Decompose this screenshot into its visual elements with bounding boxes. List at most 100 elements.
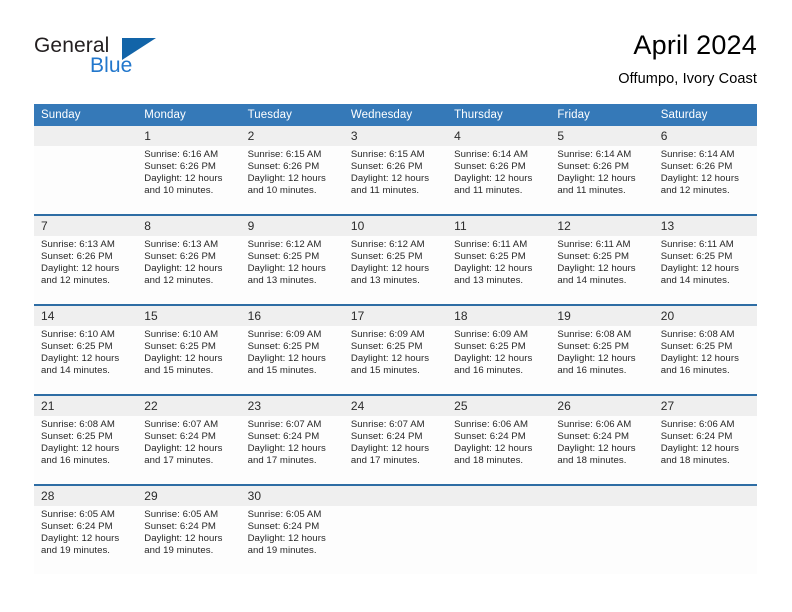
day-number[interactable]: 27	[653, 396, 757, 416]
calendar-body: 1 2 3 4 5 6 Sunrise: 6:16 AM Sunset: 6:2…	[34, 126, 757, 574]
sunset-line: Sunset: 6:25 PM	[247, 251, 320, 263]
day-number[interactable]: 13	[653, 216, 757, 236]
day-number[interactable]: 3	[343, 126, 448, 146]
week-1-daynumbers: 1 2 3 4 5 6	[34, 126, 757, 146]
day-cell[interactable]: Sunrise: 6:08 AM Sunset: 6:25 PM Dayligh…	[653, 326, 757, 394]
day-number[interactable]: 16	[240, 306, 344, 326]
day-number[interactable]: 8	[137, 216, 241, 236]
day-cell[interactable]: Sunrise: 6:15 AM Sunset: 6:26 PM Dayligh…	[240, 146, 344, 214]
day-number[interactable]: 28	[34, 486, 138, 506]
sunrise-line: Sunrise: 6:08 AM	[660, 329, 735, 340]
daylight-line-cont: and 17 minutes.	[247, 455, 317, 467]
day-cell[interactable]: Sunrise: 6:13 AM Sunset: 6:26 PM Dayligh…	[137, 236, 241, 304]
day-cell[interactable]: Sunrise: 6:09 AM Sunset: 6:25 PM Dayligh…	[240, 326, 344, 394]
day-number[interactable]	[653, 486, 757, 506]
day-cell[interactable]: Sunrise: 6:11 AM Sunset: 6:25 PM Dayligh…	[447, 236, 551, 304]
day-cell[interactable]: Sunrise: 6:12 AM Sunset: 6:25 PM Dayligh…	[240, 236, 344, 304]
day-cell[interactable]	[447, 506, 551, 574]
sunrise-line: Sunrise: 6:16 AM	[144, 149, 219, 160]
day-cell[interactable]: Sunrise: 6:09 AM Sunset: 6:25 PM Dayligh…	[343, 326, 448, 394]
day-number[interactable]: 25	[447, 396, 551, 416]
day-number[interactable]: 21	[34, 396, 138, 416]
day-cell[interactable]: Sunrise: 6:14 AM Sunset: 6:26 PM Dayligh…	[447, 146, 551, 214]
daylight-line: Daylight: 12 hours	[41, 263, 120, 275]
day-number[interactable]	[343, 486, 448, 506]
day-cell[interactable]: Sunrise: 6:13 AM Sunset: 6:26 PM Dayligh…	[34, 236, 138, 304]
day-cell[interactable]: Sunrise: 6:14 AM Sunset: 6:26 PM Dayligh…	[653, 146, 757, 214]
sunset-line: Sunset: 6:26 PM	[144, 251, 216, 263]
daylight-line: Daylight: 12 hours	[660, 443, 739, 455]
sunrise-line: Sunrise: 6:14 AM	[660, 149, 735, 160]
day-cell[interactable]: Sunrise: 6:12 AM Sunset: 6:25 PM Dayligh…	[343, 236, 448, 304]
day-cell[interactable]: Sunrise: 6:07 AM Sunset: 6:24 PM Dayligh…	[240, 416, 344, 484]
general-blue-logo[interactable]: General Blue	[34, 34, 184, 86]
day-number[interactable]: 7	[34, 216, 138, 236]
day-number[interactable]: 30	[240, 486, 344, 506]
day-number[interactable]: 15	[137, 306, 241, 326]
sunset-line: Sunset: 6:24 PM	[660, 431, 733, 443]
daylight-line-cont: and 16 minutes.	[454, 365, 524, 377]
weekday-header-monday: Monday	[137, 104, 241, 126]
day-number[interactable]: 18	[447, 306, 551, 326]
day-number[interactable]: 6	[653, 126, 757, 146]
day-number[interactable]: 23	[240, 396, 344, 416]
day-cell[interactable]: Sunrise: 6:10 AM Sunset: 6:25 PM Dayligh…	[137, 326, 241, 394]
day-cell[interactable]: Sunrise: 6:14 AM Sunset: 6:26 PM Dayligh…	[550, 146, 654, 214]
day-number[interactable]: 24	[343, 396, 448, 416]
day-number[interactable]: 4	[447, 126, 551, 146]
day-cell[interactable]: Sunrise: 6:06 AM Sunset: 6:24 PM Dayligh…	[653, 416, 757, 484]
day-cell[interactable]: Sunrise: 6:09 AM Sunset: 6:25 PM Dayligh…	[447, 326, 551, 394]
day-cell[interactable]: Sunrise: 6:15 AM Sunset: 6:26 PM Dayligh…	[343, 146, 448, 214]
day-number[interactable]: 10	[343, 216, 448, 236]
day-number[interactable]: 12	[550, 216, 654, 236]
day-cell[interactable]: Sunrise: 6:05 AM Sunset: 6:24 PM Dayligh…	[137, 506, 241, 574]
page-header: General Blue April 2024 Offumpo, Ivory C…	[34, 28, 757, 94]
weekday-header-friday: Friday	[550, 104, 654, 126]
week-4-daynumbers: 21 22 23 24 25 26 27	[34, 396, 757, 416]
day-number[interactable]: 9	[240, 216, 344, 236]
daylight-line: Daylight: 12 hours	[454, 443, 533, 455]
day-cell[interactable]: Sunrise: 6:07 AM Sunset: 6:24 PM Dayligh…	[343, 416, 448, 484]
day-cell[interactable]: Sunrise: 6:07 AM Sunset: 6:24 PM Dayligh…	[137, 416, 241, 484]
day-cell[interactable]	[343, 506, 448, 574]
day-cell[interactable]: Sunrise: 6:10 AM Sunset: 6:25 PM Dayligh…	[34, 326, 138, 394]
day-number[interactable]: 17	[343, 306, 448, 326]
day-cell[interactable]: Sunrise: 6:06 AM Sunset: 6:24 PM Dayligh…	[550, 416, 654, 484]
day-cell[interactable]	[550, 506, 654, 574]
day-cell[interactable]	[653, 506, 757, 574]
day-cell[interactable]: Sunrise: 6:05 AM Sunset: 6:24 PM Dayligh…	[34, 506, 138, 574]
sunset-line: Sunset: 6:25 PM	[557, 341, 630, 353]
day-number[interactable]: 20	[653, 306, 757, 326]
weekday-header-saturday: Saturday	[653, 104, 757, 126]
day-cell[interactable]: Sunrise: 6:08 AM Sunset: 6:25 PM Dayligh…	[550, 326, 654, 394]
day-cell[interactable]: Sunrise: 6:08 AM Sunset: 6:25 PM Dayligh…	[34, 416, 138, 484]
day-number[interactable]: 11	[447, 216, 551, 236]
day-cell[interactable]: Sunrise: 6:16 AM Sunset: 6:26 PM Dayligh…	[137, 146, 241, 214]
day-number[interactable]	[447, 486, 551, 506]
day-number[interactable]: 2	[240, 126, 344, 146]
daylight-line: Daylight: 12 hours	[41, 353, 120, 365]
day-number[interactable]	[34, 126, 138, 146]
day-number[interactable]: 1	[137, 126, 241, 146]
daylight-line: Daylight: 12 hours	[41, 533, 120, 545]
day-number[interactable]: 14	[34, 306, 138, 326]
day-number[interactable]: 29	[137, 486, 241, 506]
day-cell[interactable]: Sunrise: 6:11 AM Sunset: 6:25 PM Dayligh…	[550, 236, 654, 304]
week-2-daynumbers: 7 8 9 10 11 12 13	[34, 216, 757, 236]
weekday-header-sunday: Sunday	[34, 104, 138, 126]
day-cell[interactable]	[34, 146, 138, 214]
day-number[interactable]	[550, 486, 654, 506]
day-cell[interactable]: Sunrise: 6:06 AM Sunset: 6:24 PM Dayligh…	[447, 416, 551, 484]
day-cell[interactable]: Sunrise: 6:05 AM Sunset: 6:24 PM Dayligh…	[240, 506, 344, 574]
day-number[interactable]: 22	[137, 396, 241, 416]
day-number[interactable]: 19	[550, 306, 654, 326]
daylight-line-cont: and 13 minutes.	[454, 275, 524, 287]
day-number[interactable]: 26	[550, 396, 654, 416]
sunset-line: Sunset: 6:26 PM	[144, 161, 216, 173]
daylight-line-cont: and 13 minutes.	[247, 275, 317, 287]
sunrise-line: Sunrise: 6:05 AM	[41, 509, 115, 520]
day-number[interactable]: 5	[550, 126, 654, 146]
day-cell[interactable]: Sunrise: 6:11 AM Sunset: 6:25 PM Dayligh…	[653, 236, 757, 304]
sunrise-line: Sunrise: 6:07 AM	[247, 419, 322, 430]
week-1-details: Sunrise: 6:16 AM Sunset: 6:26 PM Dayligh…	[34, 146, 757, 214]
